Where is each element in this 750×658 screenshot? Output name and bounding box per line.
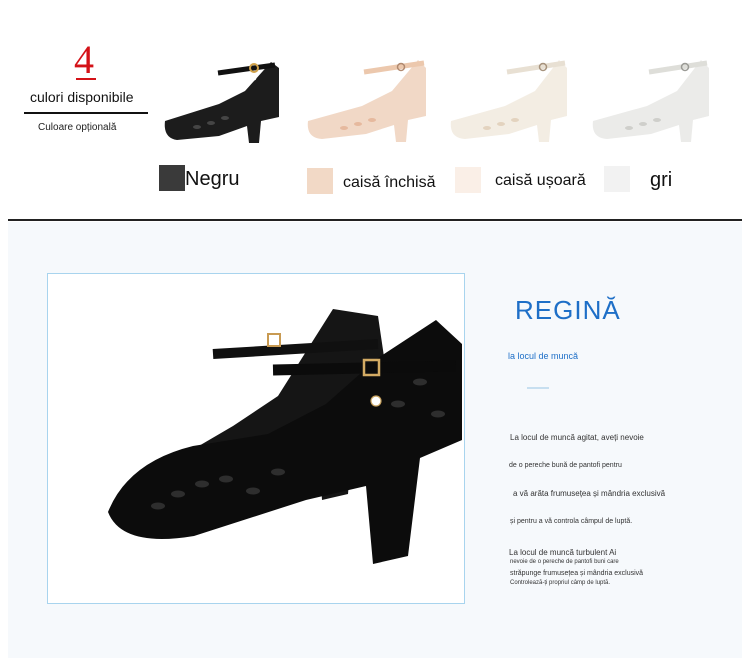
colors-available-label: culori disponibile bbox=[30, 89, 134, 105]
description-line: La locul de muncă turbulent Ai bbox=[509, 548, 617, 557]
shoe-thumbnail-dark-apricot[interactable] bbox=[300, 42, 442, 147]
brand-tagline: la locul de muncă bbox=[508, 351, 579, 361]
section-divider bbox=[8, 219, 742, 221]
color-label-dark-apricot: caisă închisă bbox=[343, 174, 436, 191]
brand-title: REGINĂ bbox=[515, 295, 621, 325]
color-label-light-apricot: caisă ușoară bbox=[495, 172, 586, 189]
description-line: Controlează-ți propriul câmp de luptă. bbox=[510, 580, 611, 586]
description-line: La locul de muncă agitat, aveți nevoie bbox=[510, 433, 644, 442]
shoe-thumbnail-gray[interactable] bbox=[585, 42, 725, 147]
description-line: și pentru a vă controla câmpul de luptă. bbox=[510, 518, 633, 525]
product-photo-black-shoes bbox=[48, 274, 464, 603]
color-label-black: Negru bbox=[185, 168, 240, 190]
description-line: a vă arăta frumusețea și mândria exclusi… bbox=[513, 489, 666, 498]
swatch-gray[interactable] bbox=[604, 166, 630, 192]
swatch-black[interactable] bbox=[159, 165, 185, 191]
header-divider bbox=[24, 112, 148, 114]
colors-optional-label: Culoare opțională bbox=[38, 122, 117, 133]
shoe-thumbnail-black[interactable] bbox=[155, 42, 287, 147]
swatch-light-apricot[interactable] bbox=[455, 167, 481, 193]
description-line: de o pereche bună de pantofi pentru bbox=[509, 462, 622, 469]
page-margin-right bbox=[742, 0, 750, 658]
color-count: 4 bbox=[74, 37, 94, 82]
count-underline bbox=[76, 78, 96, 80]
page-margin-left bbox=[0, 0, 8, 658]
shoe-thumbnail-light-apricot[interactable] bbox=[443, 42, 583, 147]
swatch-dark-apricot[interactable] bbox=[307, 168, 333, 194]
description-line: nevoie de o pereche de pantofi buni care bbox=[510, 559, 619, 565]
color-label-gray: gri bbox=[650, 169, 673, 191]
product-photo-frame bbox=[47, 273, 465, 604]
decorative-line bbox=[527, 387, 549, 389]
description-line: străpunge frumusețea și mândria exclusiv… bbox=[510, 570, 644, 577]
